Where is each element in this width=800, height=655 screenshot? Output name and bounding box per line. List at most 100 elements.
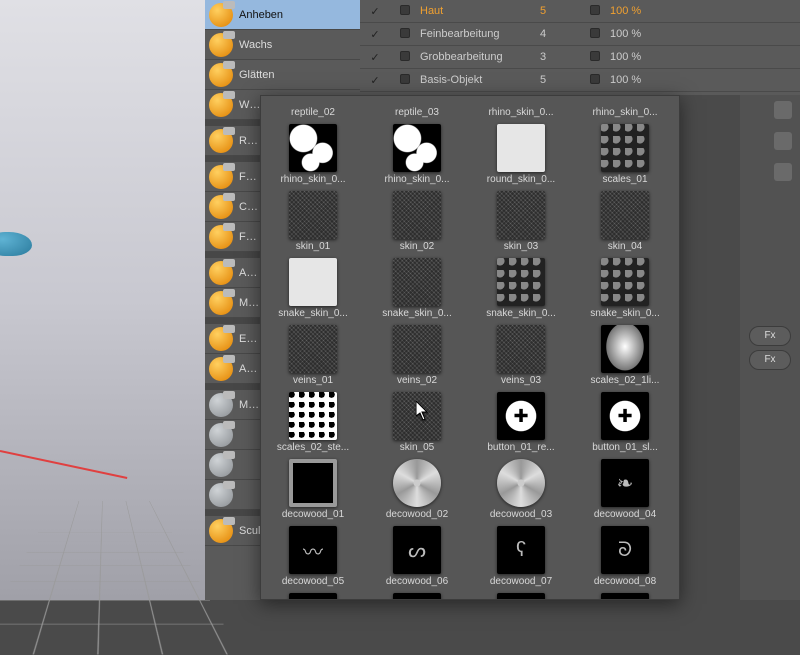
thumb-preview (393, 258, 441, 306)
brush-icon (209, 327, 233, 351)
visible-checkbox[interactable]: ✓ (360, 28, 390, 41)
solo-checkbox[interactable] (390, 51, 420, 64)
brush-icon (209, 261, 233, 285)
link-icon[interactable] (774, 132, 792, 150)
thumb-label: skin_02 (373, 241, 461, 252)
stamp-thumb[interactable]: skin_01 (269, 191, 357, 252)
stamp-thumb[interactable]: ❧decowood_04 (581, 459, 669, 520)
thumb-preview (601, 124, 649, 172)
stamp-picker-popup[interactable]: reptile_02reptile_03rhino_skin_0...rhino… (260, 95, 680, 600)
layer-row[interactable]: ✓Grobbearbeitung3100 % (360, 46, 800, 69)
stamp-thumb[interactable]: skin_03 (477, 191, 565, 252)
stamp-thumb[interactable]: button_01_re... (477, 392, 565, 453)
stamp-thumb[interactable]: rhino_skin_0... (269, 124, 357, 185)
thumb-label: skin_04 (581, 241, 669, 252)
layer-extra-checkbox[interactable] (580, 28, 610, 41)
brush-icon (209, 3, 233, 27)
layer-row[interactable]: ✓Haut5100 % (360, 0, 800, 23)
thumb-preview (393, 459, 441, 507)
stamp-thumb[interactable]: ʕdecowood_07 (477, 526, 565, 587)
tool-anheben[interactable]: Anheben (205, 0, 360, 30)
stamp-thumb[interactable]: decowood_03 (477, 459, 565, 520)
stamp-thumb[interactable]: ᔕdecowood_06 (373, 526, 461, 587)
thumb-label: rhino_skin_0... (373, 174, 461, 185)
solo-checkbox[interactable] (390, 5, 420, 18)
thumb-preview: ᘓ (393, 593, 441, 600)
stamp-thumb[interactable]: rhino_skin_0... (373, 124, 461, 185)
tool-wachs[interactable]: Wachs (205, 30, 360, 60)
model-mesh[interactable] (0, 232, 32, 256)
stamp-thumb[interactable]: reptile_03 (373, 100, 461, 118)
stamp-thumb[interactable]: veins_03 (477, 325, 565, 386)
tool-label: R… (239, 135, 258, 147)
stamp-thumb[interactable]: round_skin_0... (477, 124, 565, 185)
stamp-thumb[interactable]: scales_02_ste... (269, 392, 357, 453)
brush-icon (209, 93, 233, 117)
visible-checkbox[interactable]: ✓ (360, 51, 390, 64)
thumb-preview: ⊂⊃ (497, 593, 545, 600)
thumb-label: round_skin_0... (477, 174, 565, 185)
tool-label: F… (239, 171, 257, 183)
stamp-thumb[interactable]: ᘓ (373, 593, 461, 600)
lock-icon[interactable] (774, 101, 792, 119)
thumb-label: scales_02_1li... (581, 375, 669, 386)
stamp-thumb[interactable]: snake_skin_0... (581, 258, 669, 319)
stamp-thumb[interactable]: decowood_02 (373, 459, 461, 520)
layer-extra-checkbox[interactable] (580, 51, 610, 64)
layer-row[interactable]: ✓Feinbearbeitung4100 % (360, 23, 800, 46)
visible-checkbox[interactable]: ✓ (360, 74, 390, 87)
stamp-thumb[interactable]: rhino_skin_0... (581, 100, 669, 118)
layer-name: Haut (420, 5, 540, 17)
layer-extra-checkbox[interactable] (580, 5, 610, 18)
stamp-thumb[interactable]: ໑ (269, 593, 357, 600)
tool-label: A… (239, 267, 257, 279)
tool-label: Glätten (239, 69, 274, 81)
thumb-preview (289, 392, 337, 440)
stamp-thumb[interactable]: snake_skin_0... (373, 258, 461, 319)
brush-icon (209, 63, 233, 87)
stamp-thumb[interactable]: skin_04 (581, 191, 669, 252)
stamp-thumb[interactable]: decowood_01 (269, 459, 357, 520)
fx-button-2[interactable]: Fx (749, 350, 791, 370)
thumb-preview (289, 325, 337, 373)
stamp-thumb[interactable]: reptile_02 (269, 100, 357, 118)
tool-label: M… (239, 297, 259, 309)
stamp-thumb[interactable]: scales_01 (581, 124, 669, 185)
thumb-label: veins_02 (373, 375, 461, 386)
thumb-label: veins_01 (269, 375, 357, 386)
stamp-thumb[interactable]: 〰decowood_05 (269, 526, 357, 587)
tool-label: E… (239, 333, 257, 345)
thumb-preview: § (601, 593, 649, 600)
solo-checkbox[interactable] (390, 28, 420, 41)
brush-icon (209, 195, 233, 219)
thumb-preview (393, 191, 441, 239)
stamp-thumb[interactable]: § (581, 593, 669, 600)
stamp-thumb[interactable]: ⊂⊃ (477, 593, 565, 600)
stamp-thumb[interactable]: skin_02 (373, 191, 461, 252)
layer-strength: 100 % (610, 74, 670, 86)
viewport-3d[interactable] (0, 0, 210, 600)
thumb-label: snake_skin_0... (477, 308, 565, 319)
thumb-preview (601, 191, 649, 239)
thumb-label: skin_05 (373, 442, 461, 453)
stamp-thumb[interactable]: veins_02 (373, 325, 461, 386)
stamp-thumb[interactable]: skin_05 (373, 392, 461, 453)
new-icon[interactable] (774, 163, 792, 181)
brush-icon (209, 423, 233, 447)
solo-checkbox[interactable] (390, 74, 420, 87)
visible-checkbox[interactable]: ✓ (360, 5, 390, 18)
stamp-thumb[interactable]: snake_skin_0... (477, 258, 565, 319)
thumb-label: decowood_05 (269, 576, 357, 587)
stamp-thumb[interactable]: veins_01 (269, 325, 357, 386)
stamp-thumb[interactable]: button_01_sl... (581, 392, 669, 453)
tool-gltten[interactable]: Glätten (205, 60, 360, 90)
layer-row[interactable]: ✓Basis-Objekt5100 % (360, 69, 800, 92)
stamp-thumb[interactable]: ᘐdecowood_08 (581, 526, 669, 587)
fx-button-1[interactable]: Fx (749, 326, 791, 346)
tool-label: A… (239, 363, 257, 375)
thumb-preview (601, 325, 649, 373)
stamp-thumb[interactable]: scales_02_1li... (581, 325, 669, 386)
stamp-thumb[interactable]: rhino_skin_0... (477, 100, 565, 118)
layer-extra-checkbox[interactable] (580, 74, 610, 87)
stamp-thumb[interactable]: snake_skin_0... (269, 258, 357, 319)
